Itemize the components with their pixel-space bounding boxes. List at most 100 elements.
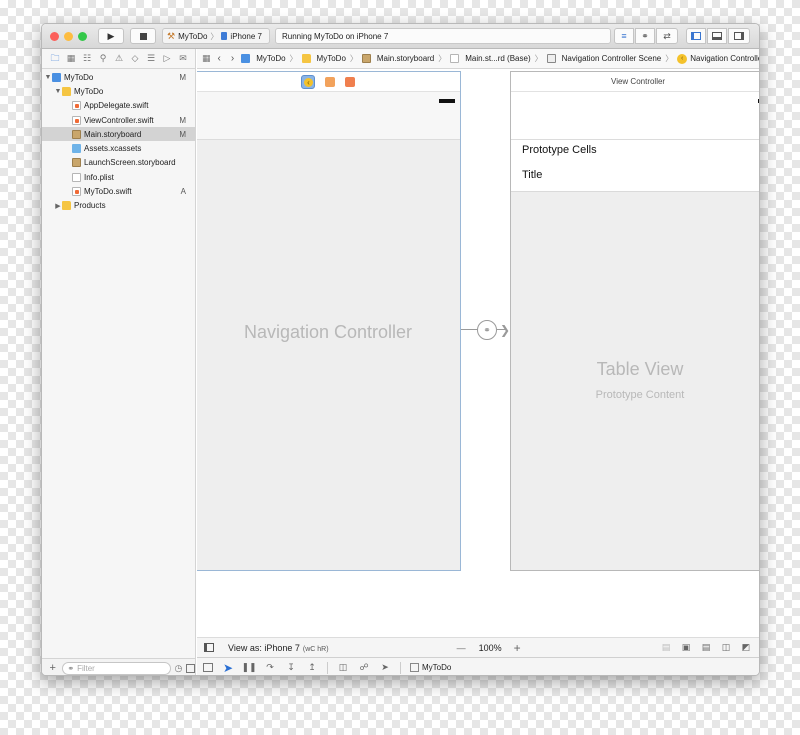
tree-item-file[interactable]: AppDelegate.swift bbox=[42, 99, 195, 113]
source-control-icon[interactable]: ▦ bbox=[65, 53, 77, 65]
tree-item-file-selected[interactable]: Main.storyboard M bbox=[42, 127, 195, 142]
memory-graph-icon[interactable]: ☍ bbox=[358, 662, 370, 674]
tree-item-project[interactable]: ▼ MyToDo M bbox=[42, 70, 195, 84]
zoom-in-button[interactable]: + bbox=[514, 641, 521, 655]
minimize-window-button[interactable] bbox=[64, 32, 73, 41]
scheme-device-label: iPhone 7 bbox=[230, 31, 263, 41]
tree-item-file[interactable]: MyToDo.swift A bbox=[42, 184, 195, 198]
scheme-selector[interactable]: ⚒ MyToDo 〉 iPhone 7 bbox=[162, 28, 270, 44]
tree-item-group[interactable]: ▶ Products bbox=[42, 199, 195, 213]
scm-badge: A bbox=[180, 187, 186, 197]
breadcrumb-scene[interactable]: Navigation Controller Scene bbox=[546, 54, 661, 63]
tree-item-file[interactable]: ViewController.swift M bbox=[42, 113, 195, 127]
xcode-window: ▶ ⚒ MyToDo 〉 iPhone 7 Running MyToDo on … bbox=[41, 23, 760, 676]
tree-item-label: Products bbox=[74, 201, 106, 211]
navigator-filter-bar: + ⚭ Filter ◷ bbox=[42, 658, 196, 675]
tree-item-label: Info.plist bbox=[84, 172, 114, 182]
separator bbox=[400, 661, 401, 674]
navigation-bar bbox=[197, 92, 460, 140]
test-navigator-icon[interactable]: ◇ bbox=[129, 53, 141, 65]
find-navigator-icon[interactable]: ⚲ bbox=[97, 53, 109, 65]
view-controller-scene[interactable]: View Controller Prototype Cells Title Ta… bbox=[510, 71, 759, 571]
debug-navigator-icon[interactable]: ☰ bbox=[145, 53, 157, 65]
pause-icon[interactable]: ❚❚ bbox=[241, 662, 256, 674]
scm-filter-icon[interactable] bbox=[186, 663, 196, 673]
rings-icon: ⚭ bbox=[641, 30, 649, 41]
back-icon[interactable]: ‹ bbox=[215, 53, 224, 64]
chevron-right-icon: 〉 bbox=[289, 54, 298, 63]
tree-item-group[interactable]: ▼ MyToDo bbox=[42, 84, 195, 98]
navigator-tabs: 🗀 ▦ ☷ ⚲ ⚠ ◇ ☰ ▷ ✉ bbox=[42, 49, 195, 69]
toggle-utilities-button[interactable] bbox=[728, 28, 750, 44]
breadcrumb-storyboard[interactable]: Main.storyboard bbox=[361, 54, 435, 63]
version-editor-button[interactable]: ⇄ bbox=[656, 28, 678, 44]
project-navigator: 🗀 ▦ ☷ ⚲ ⚠ ◇ ☰ ▷ ✉ ▼ MyToDo M ▼ MyToDo Ap… bbox=[42, 49, 196, 675]
plist-icon bbox=[72, 172, 81, 182]
view-as-label: View as: iPhone 7 bbox=[228, 642, 300, 653]
zoom-out-button[interactable]: — bbox=[457, 643, 466, 653]
first-responder-icon[interactable] bbox=[325, 76, 335, 87]
disclosure-open-icon[interactable]: ▼ bbox=[44, 74, 52, 81]
stack-icon[interactable]: ▣ bbox=[680, 642, 692, 654]
breadcrumb-project[interactable]: MyToDo bbox=[241, 54, 286, 63]
breakpoint-navigator-icon[interactable]: ▷ bbox=[161, 53, 173, 65]
simulate-location-icon[interactable]: ➤ bbox=[379, 662, 391, 674]
storyboard-icon bbox=[72, 158, 81, 168]
assistant-editor-button[interactable]: ⚭ bbox=[635, 28, 655, 44]
table-cell-title[interactable]: Title bbox=[522, 169, 542, 181]
navigation-bar bbox=[511, 92, 759, 140]
resolve-issues-icon[interactable]: ◩ bbox=[740, 642, 752, 654]
tree-item-file[interactable]: LaunchScreen.storyboard bbox=[42, 156, 195, 170]
breadcrumb-label: Main.storyboard bbox=[376, 54, 435, 63]
step-out-icon[interactable]: ↥ bbox=[306, 662, 318, 674]
update-frames-icon[interactable]: ▤ bbox=[660, 642, 672, 654]
recent-files-icon[interactable]: ◷ bbox=[175, 663, 183, 674]
add-icon[interactable]: + bbox=[47, 662, 58, 674]
breadcrumb-base[interactable]: Main.st...rd (Base) bbox=[450, 54, 531, 63]
disclosure-closed-icon[interactable]: ▶ bbox=[54, 202, 62, 210]
hide-debug-area-icon[interactable] bbox=[203, 663, 213, 672]
prototype-cells-section[interactable]: Prototype Cells Title bbox=[511, 140, 759, 192]
toggle-debug-area-button[interactable] bbox=[707, 28, 727, 44]
tree-item-label: Main.storyboard bbox=[84, 129, 142, 139]
forward-icon[interactable]: › bbox=[228, 53, 237, 64]
tree-item-file[interactable]: Info.plist bbox=[42, 170, 195, 184]
arrow-right-icon: ❯ bbox=[500, 323, 511, 337]
step-over-icon[interactable]: ↷ bbox=[264, 662, 276, 674]
issue-navigator-icon[interactable]: ⚠ bbox=[113, 53, 125, 65]
exit-icon[interactable] bbox=[345, 76, 355, 87]
swift-file-icon bbox=[72, 187, 81, 197]
scene-dock: ‹ bbox=[197, 72, 460, 92]
breadcrumb-group[interactable]: MyToDo bbox=[301, 54, 346, 63]
standard-editor-button[interactable]: ≡ bbox=[614, 28, 634, 44]
storyboard-canvas[interactable]: ‹ Navigation Controller ⚭ ❯ View Control… bbox=[197, 70, 759, 637]
tree-item-file[interactable]: Assets.xcassets bbox=[42, 141, 195, 155]
debug-target[interactable]: MyToDo bbox=[410, 663, 451, 672]
navigation-controller-icon[interactable]: ‹ bbox=[301, 74, 315, 89]
chevron-right-icon: 〉 bbox=[210, 31, 219, 41]
storyboard-icon bbox=[361, 54, 371, 63]
align-icon[interactable]: ▤ bbox=[700, 642, 712, 654]
report-navigator-icon[interactable]: ✉ bbox=[177, 53, 189, 65]
stop-button[interactable] bbox=[130, 28, 156, 44]
breakpoints-toggle-icon[interactable]: ➤ bbox=[222, 661, 234, 675]
view-hierarchy-icon[interactable]: ◫ bbox=[337, 662, 349, 674]
close-window-button[interactable] bbox=[50, 32, 59, 41]
step-into-icon[interactable]: ↧ bbox=[285, 662, 297, 674]
navigation-controller-scene[interactable]: ‹ Navigation Controller bbox=[197, 71, 461, 571]
zoom-level[interactable]: 100% bbox=[479, 643, 502, 653]
folder-navigator-icon[interactable]: 🗀 bbox=[49, 53, 61, 65]
toggle-navigator-button[interactable] bbox=[686, 28, 706, 44]
document-outline-icon[interactable] bbox=[204, 643, 214, 652]
relationship-segue[interactable]: ⚭ ❯ bbox=[461, 320, 511, 340]
zoom-window-button[interactable] bbox=[78, 32, 87, 41]
scene-title-bar: View Controller bbox=[511, 72, 759, 92]
view-as-button[interactable]: View as: iPhone 7 (wC hR) bbox=[228, 643, 329, 653]
related-items-icon[interactable]: ▦ bbox=[202, 53, 211, 64]
breadcrumb-controller[interactable]: ‹ Navigation Controller bbox=[677, 53, 759, 64]
run-button[interactable]: ▶ bbox=[98, 28, 124, 44]
pin-icon[interactable]: ◫ bbox=[720, 642, 732, 654]
symbol-navigator-icon[interactable]: ☷ bbox=[81, 53, 93, 65]
disclosure-open-icon[interactable]: ▼ bbox=[54, 88, 62, 95]
filter-input[interactable]: ⚭ Filter bbox=[62, 661, 171, 675]
